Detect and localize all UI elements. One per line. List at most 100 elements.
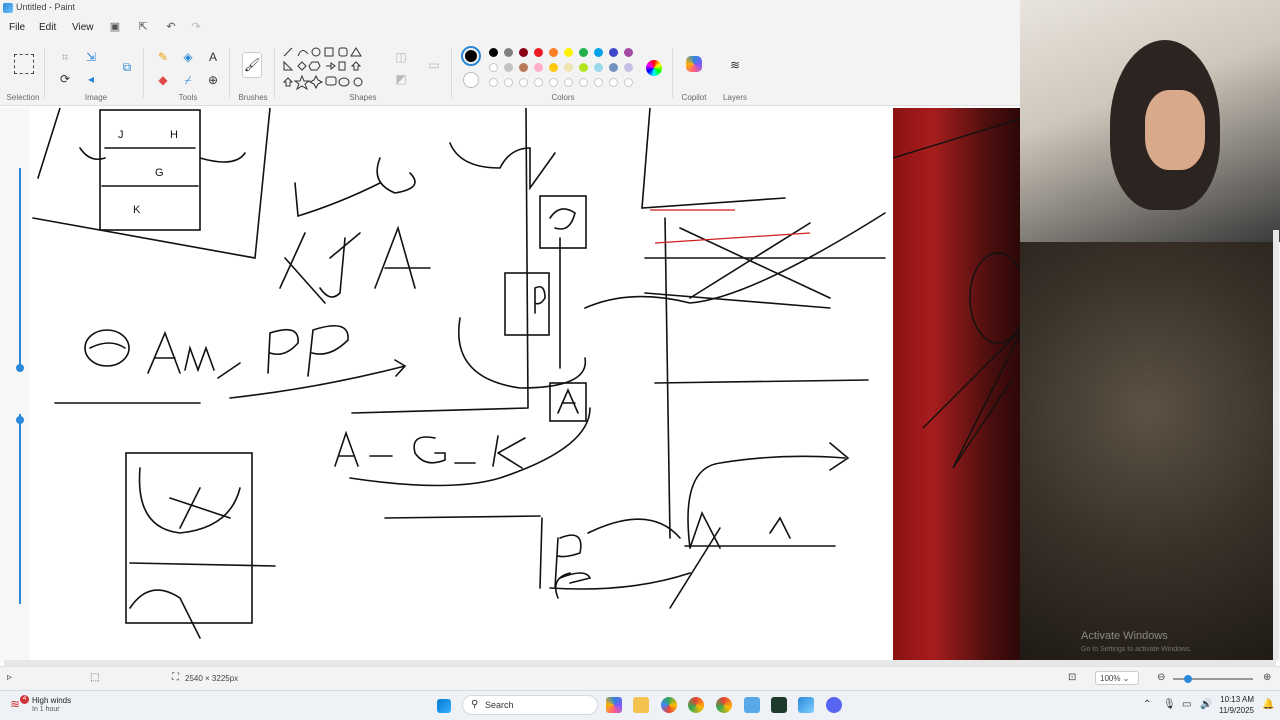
brush-icon[interactable]: 🖌 bbox=[242, 52, 262, 78]
shapes-gallery[interactable] bbox=[282, 46, 382, 92]
color-swatch[interactable] bbox=[609, 48, 618, 57]
snipping-tool-icon[interactable] bbox=[744, 697, 760, 713]
color-swatch[interactable] bbox=[579, 48, 588, 57]
selection-size-icon: ⬚ bbox=[90, 672, 100, 683]
shape-outline-icon[interactable]: ◫ bbox=[392, 48, 410, 66]
crop-icon[interactable]: ⌗ bbox=[56, 48, 74, 66]
zoom-in-icon[interactable]: ⊕ bbox=[1263, 672, 1271, 683]
layers-icon[interactable]: ≋ bbox=[726, 56, 744, 74]
copilot-icon[interactable] bbox=[686, 56, 702, 72]
custom-color-slot[interactable] bbox=[594, 78, 603, 87]
size-slider-thumb[interactable] bbox=[16, 364, 24, 372]
vertical-scrollbar[interactable] bbox=[1273, 230, 1279, 660]
color-swatch[interactable] bbox=[624, 48, 633, 57]
terminal-icon[interactable] bbox=[771, 697, 787, 713]
custom-color-slot[interactable] bbox=[579, 78, 588, 87]
color-swatch[interactable] bbox=[534, 48, 543, 57]
color-swatch[interactable] bbox=[579, 63, 588, 72]
tray-chevron-icon[interactable]: ⌃ bbox=[1143, 699, 1151, 710]
color-swatch[interactable] bbox=[594, 63, 603, 72]
chrome-icon[interactable] bbox=[688, 697, 704, 713]
opacity-slider-thumb[interactable] bbox=[16, 416, 24, 424]
window-title: Untitled - Paint bbox=[16, 2, 76, 12]
secondary-color-selector[interactable] bbox=[463, 72, 479, 88]
clock-time[interactable]: 10:13 AM bbox=[1218, 695, 1254, 704]
custom-color-slot[interactable] bbox=[519, 78, 528, 87]
flip-icon[interactable]: ◂ bbox=[82, 70, 100, 88]
color-swatch[interactable] bbox=[534, 63, 543, 72]
edit-colors-icon[interactable] bbox=[646, 60, 662, 76]
save-icon[interactable]: ▣ bbox=[108, 20, 122, 34]
share-icon[interactable]: ⇱ bbox=[136, 20, 150, 34]
notifications-icon[interactable]: 🔔 bbox=[1262, 699, 1274, 710]
pencil-icon[interactable]: ✎ bbox=[154, 48, 172, 66]
magnifier-icon[interactable]: ⊕ bbox=[204, 71, 222, 89]
custom-color-slot[interactable] bbox=[564, 78, 573, 87]
color-swatch[interactable] bbox=[624, 63, 633, 72]
weather-badge: 4 bbox=[20, 695, 29, 704]
copilot-taskbar-icon[interactable] bbox=[606, 697, 622, 713]
start-icon[interactable] bbox=[437, 699, 451, 713]
color-swatch[interactable] bbox=[594, 48, 603, 57]
shape-fill-icon[interactable]: ◩ bbox=[392, 70, 410, 88]
color-swatch[interactable] bbox=[519, 48, 528, 57]
face-skin bbox=[1145, 90, 1205, 170]
taskbar-search[interactable]: ⚲ Search bbox=[462, 695, 598, 715]
discord-icon[interactable] bbox=[826, 697, 842, 713]
color-swatch[interactable] bbox=[504, 63, 513, 72]
resize-icon[interactable]: ⇲ bbox=[82, 48, 100, 66]
drawing-canvas[interactable]: J H K G bbox=[30, 107, 893, 660]
color-swatch[interactable] bbox=[489, 63, 498, 72]
eraser-icon[interactable]: ◆ bbox=[154, 71, 172, 89]
zoom-value: 100% bbox=[1100, 674, 1121, 683]
microphone-icon[interactable]: 🎙 bbox=[1163, 699, 1176, 710]
fill-icon[interactable]: ◈ bbox=[179, 48, 197, 66]
rotate-icon[interactable]: ⟳ bbox=[56, 70, 74, 88]
file-explorer-icon[interactable] bbox=[633, 697, 649, 713]
shape-size-icon[interactable]: ▭ bbox=[425, 56, 443, 74]
custom-color-slot[interactable] bbox=[549, 78, 558, 87]
color-swatch[interactable] bbox=[549, 63, 558, 72]
menu-view[interactable]: View bbox=[72, 22, 94, 33]
zoom-out-icon[interactable]: ⊖ bbox=[1157, 672, 1165, 683]
ribbon-divider bbox=[672, 48, 673, 98]
color-swatch[interactable] bbox=[549, 48, 558, 57]
color-swatch[interactable] bbox=[489, 48, 498, 57]
redo-icon[interactable]: ↷ bbox=[189, 20, 203, 34]
ribbon-divider bbox=[229, 48, 230, 98]
color-swatch[interactable] bbox=[519, 63, 528, 72]
text-icon[interactable]: A bbox=[204, 48, 222, 66]
custom-color-slot[interactable] bbox=[609, 78, 618, 87]
canvas-size-label: 2540 × 3225px bbox=[185, 674, 239, 683]
menu-edit[interactable]: Edit bbox=[39, 22, 56, 33]
custom-color-slot[interactable] bbox=[534, 78, 543, 87]
canvas-size-icon: ⛶ bbox=[172, 672, 179, 683]
custom-color-slot[interactable] bbox=[489, 78, 498, 87]
color-swatch[interactable] bbox=[564, 63, 573, 72]
primary-color-selector[interactable] bbox=[461, 46, 481, 66]
undo-icon[interactable]: ↶ bbox=[164, 20, 178, 34]
chrome-profile-icon[interactable] bbox=[716, 697, 732, 713]
color-swatch[interactable] bbox=[564, 48, 573, 57]
zoom-slider-thumb[interactable] bbox=[1184, 675, 1192, 683]
selection-tool-icon[interactable] bbox=[14, 54, 34, 74]
color-picker-icon[interactable]: ⌿ bbox=[179, 71, 197, 89]
weather-title[interactable]: High winds bbox=[32, 696, 71, 705]
fit-to-window-icon[interactable]: ⊡ bbox=[1068, 672, 1076, 683]
activate-windows-sub: Go to Settings to activate Windows. bbox=[1081, 646, 1192, 653]
volume-icon[interactable]: 🔊 bbox=[1200, 699, 1212, 710]
edge-icon[interactable] bbox=[661, 697, 677, 713]
zoom-dropdown[interactable]: 100% ⌄ bbox=[1095, 671, 1139, 685]
clock-date[interactable]: 11/9/2025 bbox=[1215, 706, 1254, 715]
brush-size-slider[interactable] bbox=[16, 164, 26, 614]
paint-taskbar-icon[interactable] bbox=[798, 697, 814, 713]
menu-file[interactable]: File bbox=[9, 22, 25, 33]
canvas-sketch: J H K G bbox=[32, 107, 886, 639]
color-swatch[interactable] bbox=[504, 48, 513, 57]
custom-color-slot[interactable] bbox=[624, 78, 633, 87]
custom-color-slot[interactable] bbox=[504, 78, 513, 87]
sketch-text-g: G bbox=[155, 167, 164, 179]
image-select-icon[interactable]: ⧉ bbox=[118, 58, 136, 76]
network-icon[interactable]: ▭ bbox=[1182, 699, 1191, 710]
color-swatch[interactable] bbox=[609, 63, 618, 72]
